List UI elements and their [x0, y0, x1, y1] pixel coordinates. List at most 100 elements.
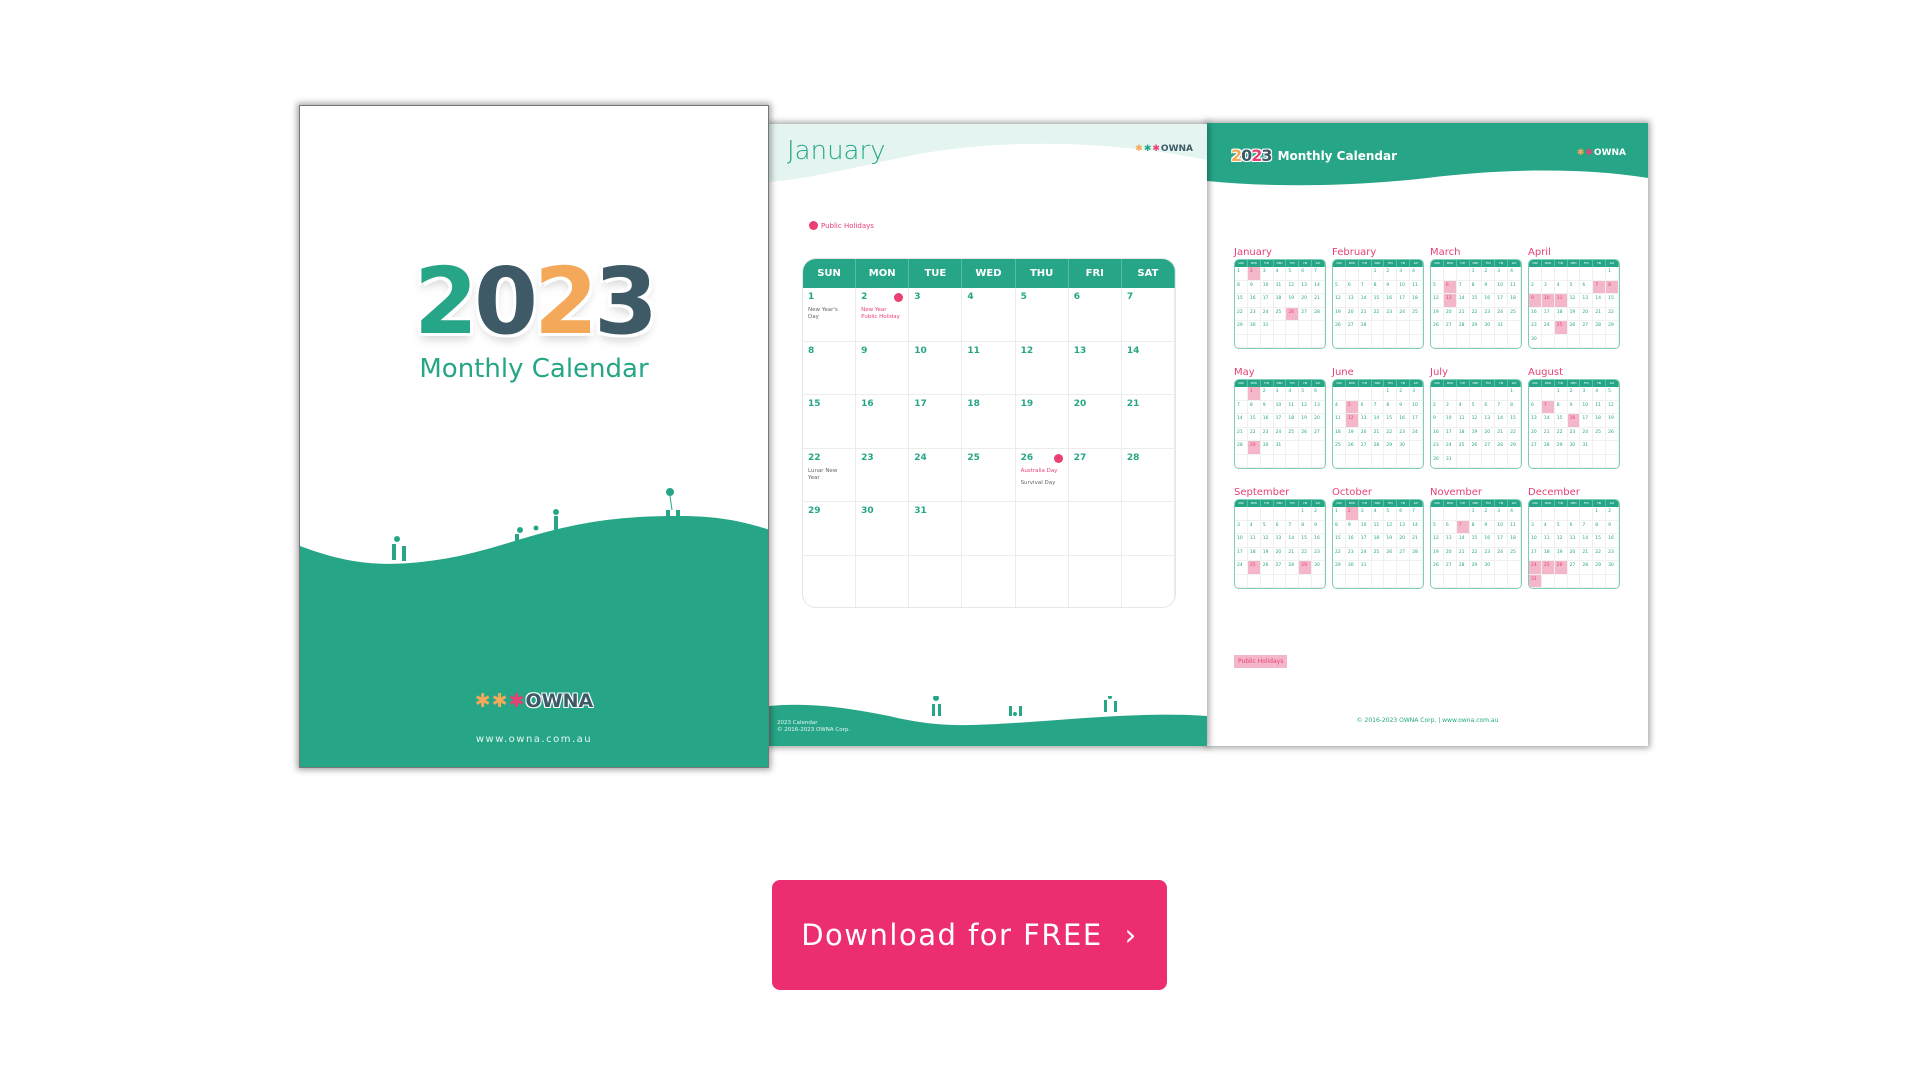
mini-day: 12 — [1286, 280, 1300, 294]
person-icon: ✱ — [1152, 144, 1160, 154]
day-number: 25 — [967, 452, 980, 463]
mini-day: 18 — [1273, 294, 1287, 308]
mini-day: 16 — [1529, 307, 1542, 321]
mini-day-empty — [1482, 454, 1496, 468]
mini-day-empty — [1260, 507, 1274, 521]
mini-calendar: SUN MON TUE WED THU FRI SAT 1 2 3 4 5 6 7 8 9 10 11 12 13 14… — [1332, 499, 1424, 589]
day-cell — [1015, 502, 1069, 556]
download-for-free-button[interactable]: Download for FREE › — [772, 880, 1167, 990]
mini-month: December SUN MON TUE WED THU FRI SAT 1 2 3 4 5 6 7 8 9 10… — [1528, 487, 1620, 589]
mini-day-empty — [1235, 387, 1248, 401]
day-number: 24 — [914, 452, 927, 463]
mini-day: 25 — [1410, 307, 1423, 321]
mini-day-empty — [1247, 334, 1261, 348]
mini-day: 3 — [1410, 387, 1423, 401]
mini-day: 29 — [1235, 321, 1248, 335]
mini-day-empty — [1606, 574, 1619, 588]
mini-day: 22 — [1508, 427, 1521, 441]
mini-day-empty — [1333, 334, 1346, 348]
day-number: 1 — [808, 292, 815, 302]
mini-day-empty — [1299, 441, 1313, 455]
mini-day: 19 — [1333, 307, 1346, 321]
day-cell: 2 New Year Public Holiday — [856, 288, 910, 342]
day-cell: 10 — [909, 341, 963, 395]
mini-day-empty — [1495, 574, 1509, 588]
mini-weekday: THU — [1384, 380, 1398, 387]
mini-month: October SUN MON TUE WED THU FRI SAT 1 2 3 4 5 6 7 8 9 10 1… — [1332, 487, 1424, 589]
mini-day-empty — [1273, 454, 1287, 468]
mini-day: 9 — [1567, 400, 1581, 414]
mini-day-empty — [1456, 507, 1470, 521]
mini-day: 6 — [1273, 520, 1287, 534]
mini-weekday: TUE — [1261, 500, 1274, 507]
mini-day: 4 — [1593, 387, 1607, 401]
mini-day: 22 — [1247, 427, 1261, 441]
mini-day: 3 — [1397, 267, 1411, 281]
mini-day: 2 — [1529, 280, 1542, 294]
mini-day: 8 — [1554, 400, 1568, 414]
mini-day-empty — [1482, 574, 1496, 588]
mini-day-empty — [1358, 267, 1372, 281]
day-cell: 29 — [803, 502, 857, 556]
mini-day-empty — [1593, 454, 1607, 468]
mini-day: 7 — [1580, 520, 1594, 534]
mini-day-empty — [1469, 334, 1483, 348]
mini-day-holiday: 10 — [1541, 294, 1555, 308]
mini-weekday: TUE — [1261, 380, 1274, 387]
mini-month-name: December — [1528, 487, 1580, 498]
mini-day: 7 — [1456, 280, 1470, 294]
mini-day-holiday: 25 — [1247, 561, 1261, 575]
mini-day: 24 — [1358, 547, 1372, 561]
mini-day: 1 — [1554, 387, 1568, 401]
mini-month: March SUN MON TUE WED THU FRI SAT 1 2 3 4 5 6 7 8 9 10 11 1… — [1430, 247, 1522, 349]
mini-day-empty — [1554, 507, 1568, 521]
day-cell: 25 — [962, 448, 1016, 502]
mini-day: 25 — [1333, 441, 1346, 455]
mini-day: 22 — [1333, 547, 1346, 561]
owna-logo: ✱ ✱ ✱ OWNA — [474, 690, 594, 712]
mini-day: 2 — [1260, 387, 1274, 401]
mini-weekday: THU — [1482, 260, 1496, 267]
mini-day: 28 — [1456, 561, 1470, 575]
mini-day: 31 — [1443, 454, 1457, 468]
mini-day-empty — [1580, 574, 1594, 588]
mini-weekday: WED — [1568, 500, 1581, 507]
mini-day: 28 — [1495, 441, 1509, 455]
mini-day-empty — [1397, 334, 1411, 348]
mini-day: 28 — [1580, 561, 1594, 575]
mini-day: 1 — [1606, 267, 1619, 281]
mini-weekday: SAT — [1508, 260, 1521, 267]
mini-day: 31 — [1495, 321, 1509, 335]
mini-weekday: SUN — [1431, 260, 1444, 267]
mini-day: 22 — [1469, 307, 1483, 321]
mini-day: 20 — [1443, 547, 1457, 561]
mini-weekday: WED — [1274, 260, 1287, 267]
mini-day: 26 — [1606, 427, 1619, 441]
mini-day: 8 — [1235, 280, 1248, 294]
mini-weekday: SUN — [1235, 380, 1248, 387]
mini-day-empty — [1495, 561, 1509, 575]
mini-day-empty — [1345, 334, 1359, 348]
mini-day: 25 — [1456, 441, 1470, 455]
mini-day: 6 — [1482, 400, 1496, 414]
mini-day: 3 — [1495, 267, 1509, 281]
mini-day: 4 — [1541, 520, 1555, 534]
day-number: 3 — [914, 292, 921, 302]
mini-day: 8 — [1469, 520, 1483, 534]
mini-day-holiday: 12 — [1345, 414, 1359, 428]
mini-day: 9 — [1482, 520, 1496, 534]
mini-day: 27 — [1312, 427, 1325, 441]
mini-day-empty — [1260, 334, 1274, 348]
mini-day: 12 — [1299, 400, 1313, 414]
mini-day-empty — [1593, 334, 1607, 348]
mini-month-name: January — [1234, 247, 1272, 258]
mini-day-empty — [1299, 454, 1313, 468]
mini-day-holiday: 1 — [1247, 387, 1261, 401]
cover-hill — [300, 488, 768, 767]
mini-day: 5 — [1260, 520, 1274, 534]
mini-day-empty — [1443, 387, 1457, 401]
mini-calendar: SUN MON TUE WED THU FRI SAT 1 2 3 4 5 6 7 8 9 10 11 12 13 14… — [1332, 259, 1424, 349]
mini-day: 17 — [1273, 414, 1287, 428]
copyright-footer: © 2016-2023 OWNA Corp. | www.owna.com.au — [1356, 717, 1499, 724]
mini-day: 30 — [1567, 441, 1581, 455]
